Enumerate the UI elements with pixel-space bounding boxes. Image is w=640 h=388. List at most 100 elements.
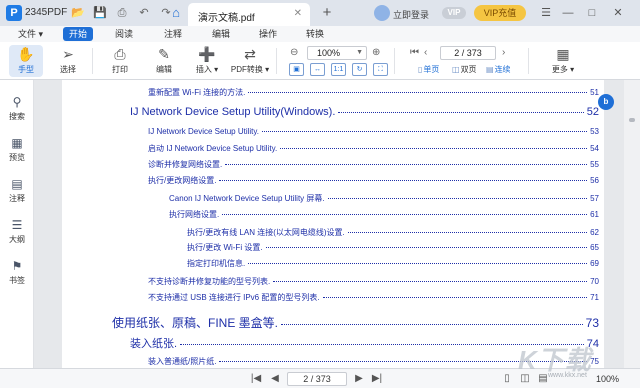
last-page-icon[interactable]: ▶|: [370, 372, 384, 386]
undo-icon[interactable]: ↶: [136, 5, 152, 21]
previous-page-icon[interactable]: ‹: [424, 46, 427, 60]
print-button[interactable]: ⎙ 打印: [103, 45, 137, 75]
search-icon: ⚲: [12, 95, 22, 109]
sidebar-item-outline[interactable]: ☰ 大纲: [0, 218, 34, 245]
first-page-icon[interactable]: |◀: [249, 372, 263, 386]
edit-label: 编辑: [156, 65, 172, 74]
next-page-icon[interactable]: ›: [502, 46, 505, 60]
user-avatar[interactable]: [374, 5, 390, 21]
menu-file-label: 文件: [18, 29, 37, 39]
insert-page-icon: ➕: [198, 46, 216, 62]
toc-entry[interactable]: Canon IJ Network Device Setup Utility 屏幕…: [169, 193, 599, 207]
more-button[interactable]: ▦ 更多 ▾: [543, 45, 583, 75]
first-page-icon[interactable]: ⏮: [410, 46, 419, 60]
edit-button[interactable]: ✎ 编辑: [147, 45, 181, 75]
open-folder-icon[interactable]: 📂: [70, 5, 86, 21]
toc-leader-dots: [219, 180, 588, 181]
continuous-view-button[interactable]: ▤连续: [486, 64, 511, 76]
toolbar-divider: [528, 48, 529, 74]
toc-leader-dots: [273, 281, 588, 282]
toc-entry-title: 装入普通纸/照片纸.: [148, 357, 217, 366]
comment-icon: ▤: [11, 177, 23, 191]
more-label-text: 更多: [551, 65, 568, 74]
toc-entry-title: Canon IJ Network Device Setup Utility 屏幕…: [169, 194, 325, 203]
fullscreen-icon[interactable]: ⛶: [373, 63, 388, 76]
page-number-input[interactable]: 2 / 373: [440, 46, 496, 60]
toc-entry[interactable]: 重新配置 Wi-Fi 连接的方法. 51: [148, 87, 599, 101]
maximize-icon[interactable]: □: [582, 4, 602, 22]
toc-entry[interactable]: 启动 IJ Network Device Setup Utility. 54: [148, 143, 599, 157]
toc-leader-dots: [262, 131, 588, 132]
watermark-url: www.kkx.net: [548, 372, 587, 379]
pdf-convert-button[interactable]: ⇄ PDF转换 ▾: [230, 45, 270, 75]
status-zoom-level[interactable]: 100%: [596, 374, 619, 384]
save-icon[interactable]: 💾: [92, 5, 108, 21]
status-page-input[interactable]: 2 / 373: [287, 372, 347, 386]
menu-convert[interactable]: 转换: [306, 27, 324, 41]
toc-entry-page: 57: [590, 194, 599, 203]
print-quick-icon[interactable]: ⎙: [114, 5, 130, 21]
close-tab-icon[interactable]: ✕: [294, 8, 302, 19]
menu-edit[interactable]: 编辑: [212, 27, 230, 41]
toc-entry[interactable]: IJ Network Device Setup Utility. 53: [148, 127, 599, 141]
previous-page-icon[interactable]: ◀: [268, 372, 282, 386]
single-page-view-button[interactable]: ▯单页: [418, 64, 439, 76]
single-page-status-icon[interactable]: ▯: [500, 372, 514, 386]
fit-page-icon[interactable]: ▣: [289, 63, 304, 76]
zoom-out-icon[interactable]: ⊖: [290, 46, 298, 60]
hand-tool-label: 手型: [18, 65, 34, 74]
vertical-scrollbar[interactable]: [624, 80, 640, 368]
select-tool-label: 选择: [60, 65, 76, 74]
hand-tool-button[interactable]: ✋ 手型: [9, 45, 43, 77]
insert-label-text: 插入: [195, 65, 212, 74]
toc-leader-dots: [281, 324, 583, 325]
sidebar-item-annotations[interactable]: ▤ 注释: [0, 177, 34, 204]
select-tool-button[interactable]: ➢ 选择: [51, 45, 85, 75]
menu-read[interactable]: 阅读: [115, 27, 133, 41]
quick-access-toolbar: 📂 💾 ⎙ ↶ ↷: [70, 5, 174, 21]
zoom-select[interactable]: 100% ▼: [307, 46, 367, 60]
toc-leader-dots: [222, 214, 588, 215]
toc-entry-page: 69: [590, 259, 599, 268]
toc-entry[interactable]: 执行网络设置. 61: [169, 209, 599, 223]
scrollbar-thumb[interactable]: [629, 118, 635, 122]
sidebar-item-bookmarks[interactable]: ⚑ 书签: [0, 259, 34, 286]
zoom-in-icon[interactable]: ⊕: [372, 46, 380, 60]
toc-entry[interactable]: 不支持诊断并修复功能的型号列表. 70: [148, 276, 599, 290]
insert-button[interactable]: ➕ 插入 ▾: [190, 45, 224, 75]
vip-recharge-button[interactable]: VIP充值: [474, 5, 526, 21]
toc-entry[interactable]: 执行/更改有线 LAN 连接(以太网电缆线)设置. 62: [187, 227, 599, 241]
new-tab-icon[interactable]: +: [318, 4, 336, 22]
toc-entry[interactable]: 不支持通过 USB 连接进行 IPv6 配置的型号列表. 71: [148, 292, 599, 306]
login-link[interactable]: 立即登录: [393, 8, 429, 21]
minimize-icon[interactable]: —: [558, 4, 578, 22]
toc-entry[interactable]: 使用纸张、原稿、FINE 墨盒等. 73: [112, 314, 599, 330]
menu-icon[interactable]: ☰: [536, 4, 556, 22]
toc-entry[interactable]: 执行/更改 Wi-Fi 设置. 65: [187, 242, 599, 256]
sidebar-item-search[interactable]: ⚲ 搜索: [0, 95, 34, 122]
sidebar-item-preview[interactable]: ▦ 预览: [0, 136, 34, 163]
pdf-convert-label-text: PDF转换: [230, 65, 263, 74]
next-page-icon[interactable]: ▶: [352, 372, 366, 386]
floating-assistant-icon[interactable]: b: [598, 94, 614, 110]
toc-entry-page: 71: [590, 293, 599, 302]
document-viewport[interactable]: 重新配置 Wi-Fi 连接的方法. 51 IJ Network Device Se…: [34, 80, 640, 368]
menu-start[interactable]: 开始: [63, 27, 93, 41]
double-page-icon: ◫: [452, 65, 460, 74]
menu-annotate[interactable]: 注释: [164, 27, 182, 41]
double-page-view-button[interactable]: ◫双页: [452, 64, 477, 76]
toc-entry[interactable]: IJ Network Device Setup Utility(Windows)…: [130, 106, 599, 120]
fit-width-icon[interactable]: ↔: [310, 63, 325, 76]
rotate-icon[interactable]: ↻: [352, 63, 367, 76]
toc-entry[interactable]: 指定打印机信息. 69: [187, 258, 599, 272]
close-window-icon[interactable]: ✕: [608, 4, 628, 22]
toc-entry[interactable]: 诊断并修复网络设置. 55: [148, 159, 599, 173]
actual-size-icon[interactable]: 1:1: [331, 63, 346, 76]
menu-operate[interactable]: 操作: [259, 27, 277, 41]
document-tab[interactable]: 演示文稿.pdf ✕: [188, 3, 310, 26]
home-tab-icon[interactable]: ⌂: [166, 3, 186, 23]
toolbar-divider: [92, 48, 93, 74]
menu-file[interactable]: 文件 ▾: [18, 27, 43, 41]
toc-leader-dots: [327, 198, 588, 199]
toc-entry[interactable]: 执行/更改网络设置. 56: [148, 175, 599, 189]
